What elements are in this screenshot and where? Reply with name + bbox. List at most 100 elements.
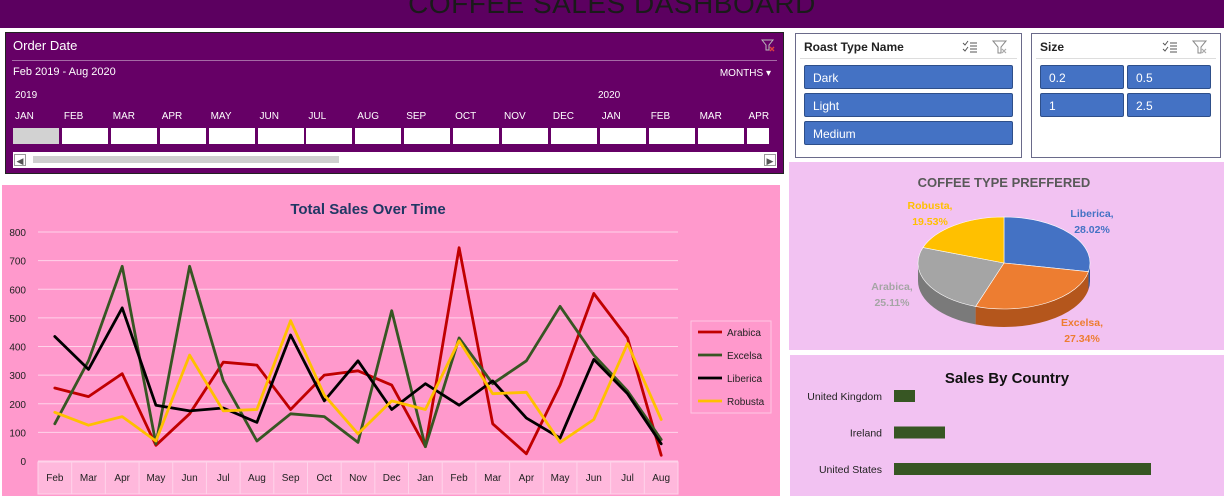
pie-data-label: 28.02% xyxy=(1074,224,1110,236)
y-category-label: United Kingdom xyxy=(807,391,882,403)
timeline-month-cell[interactable] xyxy=(746,128,769,144)
timeline-month-cell[interactable] xyxy=(648,128,695,144)
y-tick-label: 300 xyxy=(9,371,26,382)
chart-title: Sales By Country xyxy=(945,370,1070,387)
timeline-month-label: DEC xyxy=(552,111,575,122)
roast-type-slicer: Roast Type Name Dark Light Medium xyxy=(795,33,1022,158)
pie-data-label: Excelsa, xyxy=(1061,317,1103,329)
timeline-month-label: JUN xyxy=(259,111,279,122)
x-tick-label: Jun xyxy=(182,473,198,484)
legend-label: Robusta xyxy=(727,397,765,408)
legend-label: Arabica xyxy=(727,328,761,339)
timeline-month-cell[interactable] xyxy=(208,128,255,144)
y-tick-label: 700 xyxy=(9,257,26,268)
x-tick-label: Jun xyxy=(586,473,602,484)
x-tick-label: Apr xyxy=(519,473,535,484)
multi-select-icon[interactable] xyxy=(962,40,978,54)
x-tick-label: Dec xyxy=(383,473,401,484)
timeline-scrollbar[interactable]: ◀ ▶ xyxy=(13,152,777,168)
chart-title: Total Sales Over Time xyxy=(290,201,445,218)
timeline-month-label: APR xyxy=(748,111,770,122)
pie-data-label: Robusta, xyxy=(908,200,953,212)
x-tick-label: Feb xyxy=(450,473,468,484)
timeline-month-label: MAR xyxy=(112,111,136,122)
x-tick-label: Feb xyxy=(46,473,64,484)
slicer-divider xyxy=(800,58,1017,59)
roast-item-light[interactable]: Light xyxy=(804,93,1013,117)
sales-over-time-chart: Total Sales Over Time 0 100 200 300 400 500 600… xyxy=(9,201,772,495)
y-tick-label: 200 xyxy=(9,400,26,411)
y-tick-label: 400 xyxy=(9,343,26,354)
timeline-month-cell[interactable] xyxy=(550,128,597,144)
coffee-type-panel: COFFEE TYPE PREFFERED Liberica, 28.02% Exce… xyxy=(789,162,1224,350)
size-slicer: Size 0.2 0.5 1 2.5 xyxy=(1031,33,1221,158)
y-tick-label: 800 xyxy=(9,228,26,239)
period-selector[interactable]: MONTHS ▾ xyxy=(720,68,771,79)
pie-data-label: 27.34% xyxy=(1064,333,1100,345)
slicer-divider xyxy=(1036,58,1216,59)
x-tick-label: Oct xyxy=(317,473,333,484)
timeline-month-cell[interactable] xyxy=(13,128,59,144)
size-item[interactable]: 0.5 xyxy=(1127,65,1211,89)
timeline-month-cell[interactable] xyxy=(599,128,646,144)
sales-over-time-panel: Total Sales Over Time 0 100 200 300 400 500 600… xyxy=(2,185,780,496)
x-tick-label: Jul xyxy=(217,473,230,484)
timeline-month-cell[interactable] xyxy=(453,128,500,144)
pie-data-label: Arabica, xyxy=(871,281,913,293)
pie-data-label: 25.11% xyxy=(874,297,910,309)
timeline-month-label: AUG xyxy=(357,111,379,122)
timeline-month-cell[interactable] xyxy=(306,128,353,144)
multi-select-icon[interactable] xyxy=(1162,40,1178,54)
x-tick-label: Aug xyxy=(248,473,266,484)
timeline-header: Order Date xyxy=(13,38,78,53)
timeline-month-cell[interactable] xyxy=(159,128,206,144)
timeline-month-cell[interactable] xyxy=(257,128,304,144)
size-slicer-title: Size xyxy=(1040,40,1065,54)
scroll-right-icon[interactable]: ▶ xyxy=(764,154,776,166)
legend-label: Excelsa xyxy=(727,351,762,362)
x-tick-label: Nov xyxy=(349,473,367,484)
country-bar xyxy=(894,426,945,439)
pie-data-label: Liberica, xyxy=(1070,208,1113,220)
timeline-month-label: JUL xyxy=(308,111,327,122)
y-category-label: Ireland xyxy=(850,428,882,440)
series-line-arabica xyxy=(53,246,663,457)
dashboard-banner: COFFEE SALES DASHBOARD xyxy=(0,0,1224,28)
timeline-month-cell[interactable] xyxy=(355,128,402,144)
x-tick-label: Mar xyxy=(80,473,98,484)
timeline-month-cell[interactable] xyxy=(697,128,744,144)
y-tick-label: 600 xyxy=(9,285,26,296)
timeline-month-label: APR xyxy=(161,111,183,122)
timeline-month-label: OCT xyxy=(455,111,477,122)
pie-data-label: 19.53% xyxy=(912,216,948,228)
clear-filter-icon[interactable] xyxy=(761,38,775,52)
size-item[interactable]: 2.5 xyxy=(1127,93,1211,117)
coffee-type-pie-chart: COFFEE TYPE PREFFERED Liberica, 28.02% Exce… xyxy=(871,175,1113,345)
order-date-timeline[interactable]: Order Date Feb 2019 - Aug 2020 MONTHS ▾ … xyxy=(5,32,784,174)
size-item[interactable]: 1 xyxy=(1040,93,1124,117)
timeline-scroll-thumb[interactable] xyxy=(33,156,339,163)
clear-filter-icon[interactable] xyxy=(992,40,1008,54)
timeline-month-cell[interactable] xyxy=(61,128,108,144)
clear-filter-icon[interactable] xyxy=(1192,40,1208,54)
roast-item-dark[interactable]: Dark xyxy=(804,65,1013,89)
timeline-month-label: JAN xyxy=(601,111,621,122)
x-tick-label: Mar xyxy=(484,473,502,484)
chevron-down-icon: ▾ xyxy=(765,68,771,79)
country-bar xyxy=(894,463,1151,475)
chart-title: COFFEE TYPE PREFFERED xyxy=(918,175,1091,190)
roast-item-medium[interactable]: Medium xyxy=(804,121,1013,145)
period-selector-label: MONTHS xyxy=(719,68,764,79)
timeline-month-label: MAY xyxy=(210,111,232,122)
x-tick-label: Apr xyxy=(114,473,130,484)
timeline-year: 2019 xyxy=(15,90,38,101)
y-tick-label: 500 xyxy=(9,314,26,325)
timeline-month-cell[interactable] xyxy=(110,128,157,144)
scroll-left-icon[interactable]: ◀ xyxy=(14,154,26,166)
timeline-month-cell[interactable] xyxy=(404,128,451,144)
timeline-month-cell[interactable] xyxy=(502,128,548,144)
size-item[interactable]: 0.2 xyxy=(1040,65,1124,89)
timeline-month-label: FEB xyxy=(63,111,84,122)
y-tick-label: 100 xyxy=(9,428,26,439)
country-bar xyxy=(894,390,915,402)
